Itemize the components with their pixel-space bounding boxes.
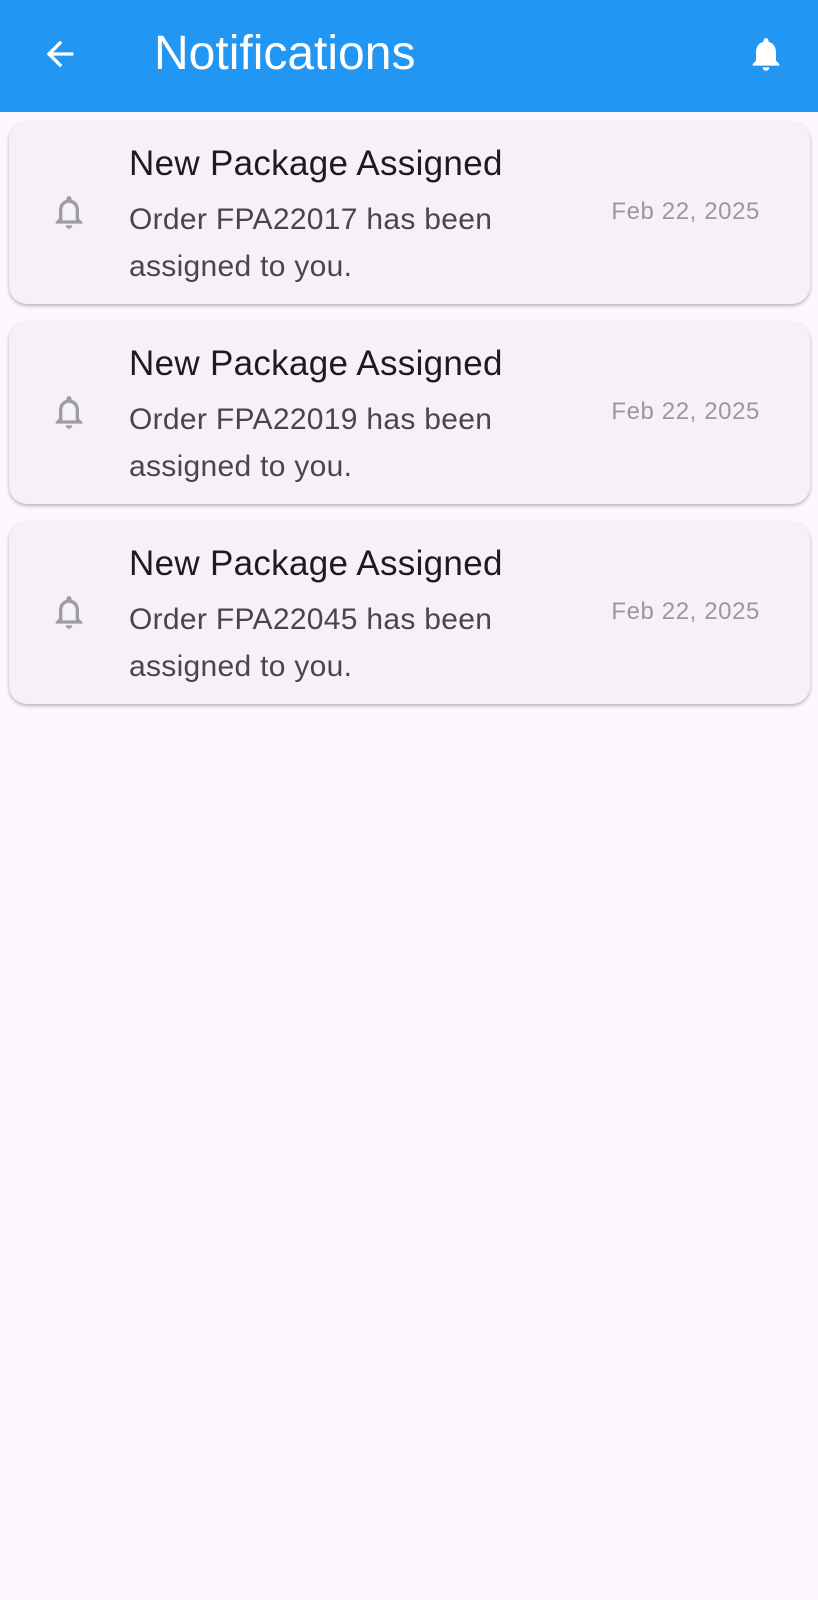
bell-outline-icon (45, 188, 93, 236)
notification-title: New Package Assigned (129, 144, 503, 183)
page-title: Notifications (154, 27, 416, 80)
notifications-button[interactable] (736, 24, 796, 84)
bell-icon (752, 38, 780, 71)
arrow-left-icon (46, 40, 74, 68)
app-bar: Notifications (0, 0, 818, 112)
notification-title: New Package Assigned (129, 544, 503, 583)
notification-card[interactable]: New Package Assigned Order FPA22019 has … (9, 322, 810, 504)
notification-message: Order FPA22019 has been assigned to you. (129, 403, 493, 483)
notification-title: New Package Assigned (129, 344, 503, 383)
notification-list: New Package Assigned Order FPA22017 has … (9, 122, 810, 722)
notification-message: Order FPA22017 has been assigned to you. (129, 203, 493, 283)
bell-outline-icon (45, 588, 93, 636)
notification-date: Feb 22, 2025 (611, 198, 760, 225)
notification-date: Feb 22, 2025 (611, 398, 760, 425)
back-button[interactable] (30, 24, 90, 84)
bell-outline-icon (45, 388, 93, 436)
notification-card[interactable]: New Package Assigned Order FPA22017 has … (9, 122, 810, 304)
notification-date: Feb 22, 2025 (611, 598, 760, 625)
notification-card[interactable]: New Package Assigned Order FPA22045 has … (9, 522, 810, 704)
notification-message: Order FPA22045 has been assigned to you. (129, 603, 493, 683)
